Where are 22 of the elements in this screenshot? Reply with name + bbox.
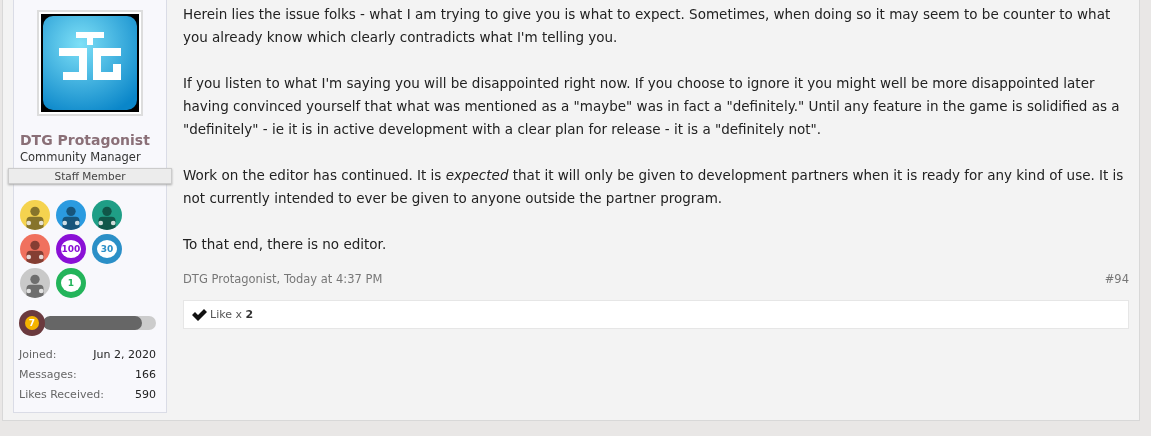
level-icon: 7 [19,310,45,336]
message-paragraph: Work on the editor has continued. It is expected that it will only be given to development partners when it is ready for any kind of use. It is not currently intended to ever be given to anyone outside the partner program. [183,166,1125,208]
count-badge-icon: 30 [92,234,122,264]
message-paragraph: To that end, there is no editor. [183,235,388,254]
stat-value: 166 [135,368,156,383]
post-number[interactable]: #94 [1104,272,1129,286]
stat-value: 590 [135,388,156,403]
stat-label: Joined: [19,348,57,363]
count-badge-icon: 100 [56,234,86,264]
stat-label: Likes Received: [19,388,104,403]
check-icon [192,308,207,321]
user-title: Community Manager [20,150,141,164]
likes-summary[interactable]: Like x 2 [210,308,254,321]
avatar-icon [37,10,143,116]
stat-value: Jun 2, 2020 [93,348,156,363]
stat-label: Messages: [19,368,77,383]
count-badge-icon: 1 [56,268,86,298]
user-name[interactable]: DTG Protagonist [20,132,150,148]
message-paragraph: Herein lies the issue folks - what I am trying to give you is what to expect. Sometimes, when doing so it may seem to be counter to what you already know which clearly contradicts what I'm telling you. [183,5,1112,47]
staff-banner: Staff Member [8,168,172,184]
post-author-date[interactable]: DTG Protagonist, Today at 4:37 PM [183,272,383,286]
message-paragraph: If you listen to what I'm saying you will be disappointed right now. If you choose to ignore it you might well be more disappointed later having convinced yourself that what was mentioned as a "maybe" was in fact a "definitely." Until any feature in the game is solidified as a "definitely" - ie it is in active development with a clear plan for release - it is a "definitely not". [183,74,1121,139]
